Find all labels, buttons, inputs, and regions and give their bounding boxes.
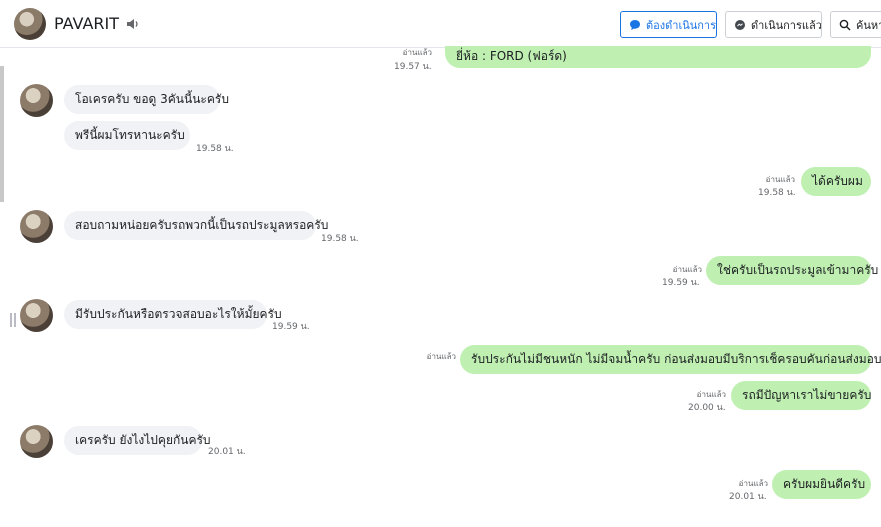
pending-label: ต้องดำเนินการ xyxy=(646,18,716,32)
pending-button[interactable]: ต้องดำเนินการ xyxy=(620,11,717,38)
message-time: 19.58 น. xyxy=(321,234,359,244)
message-text: ใช่ครับเป็นรถประมูลเข้ามาครับ xyxy=(717,263,879,277)
message-time: 19.57 น. xyxy=(394,62,432,72)
chat-bubble-icon xyxy=(630,19,640,30)
message-outgoing: รถมีปัญหาเราไม่ขายครับ xyxy=(731,381,871,410)
message-text: มีรับประกันหรือตรวจสอบอะไรให้มั้ยครับ xyxy=(75,307,282,321)
message-outgoing: ครับผมยินดีครับ xyxy=(772,470,871,499)
message-time: 19.58 น. xyxy=(196,144,234,154)
scrollbar[interactable] xyxy=(0,66,4,202)
message-incoming: มีรับประกันหรือตรวจสอบอะไรให้มั้ยครับ xyxy=(64,300,282,329)
read-receipt: อ่านแล้ว xyxy=(426,352,456,361)
chat-header: PAVARIT ต้องดำเนินการ ดำเนินการแล้ว ค้นห… xyxy=(0,0,881,48)
search-icon xyxy=(839,19,851,30)
chat-bubble-icon xyxy=(735,19,745,30)
message-outgoing: ใช่ครับเป็นรถประมูลเข้ามาครับ xyxy=(706,256,878,285)
message-text: ยี่ห้อ : FORD (ฟอร์ด) xyxy=(456,49,567,63)
avatar[interactable] xyxy=(20,299,53,332)
speaker-icon[interactable] xyxy=(126,17,140,31)
done-button[interactable]: ดำเนินการแล้ว xyxy=(725,11,822,38)
search-button[interactable]: ค้นหา xyxy=(830,11,881,38)
message-text: สอบถามหน่อยครับรถพวกนี้เป็นรถประมูลหรอคร… xyxy=(75,218,329,232)
message-text: โอเครครับ ขอดู 3คันนี้นะครับ xyxy=(75,92,229,106)
message-text: เครครับ ยังไงไปคุยกันครับ xyxy=(75,433,211,447)
message-outgoing: ได้ครับผม xyxy=(801,167,871,196)
message-time: 20.01 น. xyxy=(208,447,246,457)
message-time: 20.00 น. xyxy=(688,403,726,413)
message-text: ครับผมยินดีครับ xyxy=(783,477,866,491)
message-incoming: โอเครครับ ขอดู 3คันนี้นะครับ xyxy=(64,85,229,114)
message-outgoing: รับประกันไม่มีชนหนัก ไม่มีจมน้ำครับ ก่อน… xyxy=(460,345,881,374)
message-outgoing: ยี่ห้อ : FORD (ฟอร์ด) xyxy=(445,46,871,68)
avatar[interactable] xyxy=(20,425,53,458)
message-incoming: พรีนี้ผมโทรหานะครับ xyxy=(64,121,190,150)
search-label: ค้นหา xyxy=(856,18,881,32)
avatar[interactable] xyxy=(14,8,46,40)
contact-name: PAVARIT xyxy=(54,14,120,33)
read-receipt: อ่านแล้ว xyxy=(402,48,432,57)
message-incoming: สอบถามหน่อยครับรถพวกนี้เป็นรถประมูลหรอคร… xyxy=(64,211,328,240)
message-time: 19.59 น. xyxy=(272,322,310,332)
message-text: ได้ครับผม xyxy=(812,174,863,188)
message-time: 19.59 น. xyxy=(662,278,700,288)
message-text: พรีนี้ผมโทรหานะครับ xyxy=(75,128,185,142)
message-text: รถมีปัญหาเราไม่ขายครับ xyxy=(742,388,872,402)
message-time: 19.58 น. xyxy=(758,188,796,198)
done-label: ดำเนินการแล้ว xyxy=(751,18,822,32)
avatar[interactable] xyxy=(20,210,53,243)
message-incoming: เครครับ ยังไงไปคุยกันครับ xyxy=(64,426,211,455)
resize-handle[interactable] xyxy=(10,313,16,327)
avatar[interactable] xyxy=(20,84,53,117)
message-text: รับประกันไม่มีชนหนัก ไม่มีจมน้ำครับ ก่อน… xyxy=(471,352,881,366)
message-time: 20.01 น. xyxy=(729,492,767,502)
